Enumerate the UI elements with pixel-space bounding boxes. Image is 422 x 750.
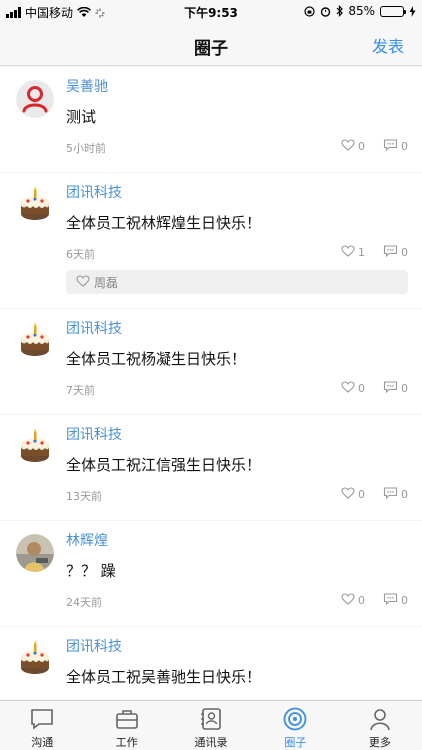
tab-label: 沟通 — [31, 736, 54, 749]
post-time: 24天前 — [66, 596, 102, 609]
heart-icon — [341, 487, 355, 502]
bluetooth-icon — [336, 5, 344, 17]
publish-button[interactable]: 发表 — [372, 33, 404, 57]
like-count: 0 — [358, 140, 365, 153]
avatar[interactable] — [16, 428, 54, 466]
liked-by-name[interactable]: 周磊 — [94, 274, 118, 291]
comment-button[interactable]: 0 — [383, 593, 408, 608]
heart-icon — [341, 139, 355, 154]
avatar[interactable] — [16, 534, 54, 572]
post-time: 5小时前 — [66, 142, 106, 155]
contacts-icon — [198, 706, 224, 732]
post-content: 全体员工祝吴善驰生日快乐！ — [66, 668, 262, 686]
post-content: ？？ 躁 — [66, 562, 116, 580]
post-author[interactable]: 团讯科技 — [66, 183, 408, 203]
tab-person[interactable]: 更多 — [338, 701, 422, 750]
post-time: 7天前 — [66, 384, 95, 397]
comment-icon — [383, 593, 398, 608]
avatar[interactable] — [16, 640, 54, 678]
tab-label: 圈子 — [284, 736, 307, 749]
chat-icon — [29, 706, 55, 732]
tab-bar: 沟通 工作 通讯录 圈子 更多 — [0, 700, 422, 750]
comment-icon — [383, 139, 398, 154]
nav-bar: 圈子 发表 — [0, 22, 422, 66]
comment-icon — [383, 245, 398, 260]
comment-count: 0 — [401, 594, 408, 607]
post-meta: 24天前 0 0 — [66, 590, 408, 612]
heart-icon — [76, 274, 90, 290]
comment-count: 0 — [401, 382, 408, 395]
circle-icon — [282, 706, 308, 732]
comment-button[interactable]: 0 — [383, 139, 408, 154]
tab-label: 更多 — [368, 736, 391, 749]
comment-count: 0 — [401, 488, 408, 501]
post-content: 测试 — [66, 108, 97, 126]
post-content: 全体员工祝林辉煌生日快乐！ — [66, 214, 262, 232]
like-button[interactable]: 0 — [341, 139, 365, 154]
avatar[interactable] — [16, 186, 54, 224]
heart-icon — [341, 593, 355, 608]
tab-chat[interactable]: 沟通 — [0, 701, 84, 750]
post-item[interactable]: 团讯科技全体员工祝江信强生日快乐！ 13天前 0 0 — [0, 415, 422, 520]
comment-icon — [383, 487, 398, 502]
like-button[interactable]: 0 — [341, 593, 365, 608]
avatar[interactable] — [16, 322, 54, 360]
post-item[interactable]: 林辉煌 ？？ 躁 24天前 0 0 — [0, 521, 422, 626]
like-button[interactable]: 0 — [341, 487, 365, 502]
battery-percent: 85% — [348, 4, 375, 18]
comment-button[interactable]: 0 — [383, 381, 408, 396]
tab-label: 通讯录 — [194, 736, 228, 749]
post-author[interactable]: 团讯科技 — [66, 637, 408, 657]
post-author[interactable]: 林辉煌 — [66, 531, 408, 551]
post-author[interactable]: 团讯科技 — [66, 425, 408, 445]
post-author[interactable]: 吴善驰 — [66, 77, 408, 97]
comment-count: 0 — [401, 140, 408, 153]
post-feed[interactable]: 吴善驰 测试 5小时前 0 0 团讯科技 全体员工祝林辉煌生日快乐！ 6天前 1 0 周磊 团讯科技全… — [0, 67, 422, 699]
like-button[interactable]: 1 — [341, 245, 365, 260]
alarm-icon — [321, 6, 331, 17]
post-meta: 5小时前 0 0 — [66, 136, 408, 158]
status-bar: 中国移动 下午9:53 85% — [0, 0, 422, 22]
like-button[interactable]: 0 — [341, 381, 365, 396]
comment-button[interactable]: 0 — [383, 487, 408, 502]
comment-icon — [383, 381, 398, 396]
tab-briefcase[interactable]: 工作 — [84, 701, 168, 750]
post-content: 全体员工祝杨凝生日快乐！ — [66, 350, 247, 368]
like-count: 0 — [358, 488, 365, 501]
comment-count: 0 — [401, 246, 408, 259]
like-count: 0 — [358, 594, 365, 607]
charging-icon — [409, 5, 416, 17]
person-icon — [367, 706, 393, 732]
post-meta: 6天前 1 0 — [66, 242, 408, 264]
like-count: 0 — [358, 382, 365, 395]
like-count: 1 — [358, 246, 365, 259]
post-meta: 10月01日10 — [66, 696, 408, 699]
orientation-lock-icon — [304, 5, 315, 17]
post-content: 全体员工祝江信强生日快乐！ — [66, 456, 262, 474]
tab-label: 工作 — [115, 736, 138, 749]
comment-button[interactable]: 0 — [383, 245, 408, 260]
post-item[interactable]: 团讯科技全体员工祝吴善驰生日快乐！10月01日10周磊 — [0, 627, 422, 699]
liked-by-bar[interactable]: 周磊 — [66, 270, 408, 294]
briefcase-icon — [114, 706, 140, 732]
page-title: 圈子 — [194, 39, 228, 59]
post-time: 13天前 — [66, 490, 102, 503]
tab-circle[interactable]: 圈子 — [253, 701, 337, 750]
avatar[interactable] — [16, 80, 54, 118]
battery-icon — [380, 5, 406, 17]
post-item[interactable]: 吴善驰测试 5小时前 0 0 — [0, 67, 422, 172]
post-item[interactable]: 团讯科技全体员工祝林辉煌生日快乐！ 6天前 1 0 周磊 — [0, 173, 422, 308]
post-meta: 13天前 0 0 — [66, 484, 408, 506]
post-item[interactable]: 团讯科技全体员工祝杨凝生日快乐！ 7天前 0 0 — [0, 309, 422, 414]
post-meta: 7天前 0 0 — [66, 378, 408, 400]
tab-contacts[interactable]: 通讯录 — [169, 701, 253, 750]
post-time: 6天前 — [66, 248, 95, 261]
post-author[interactable]: 团讯科技 — [66, 319, 408, 339]
heart-icon — [341, 245, 355, 260]
heart-icon — [341, 381, 355, 396]
